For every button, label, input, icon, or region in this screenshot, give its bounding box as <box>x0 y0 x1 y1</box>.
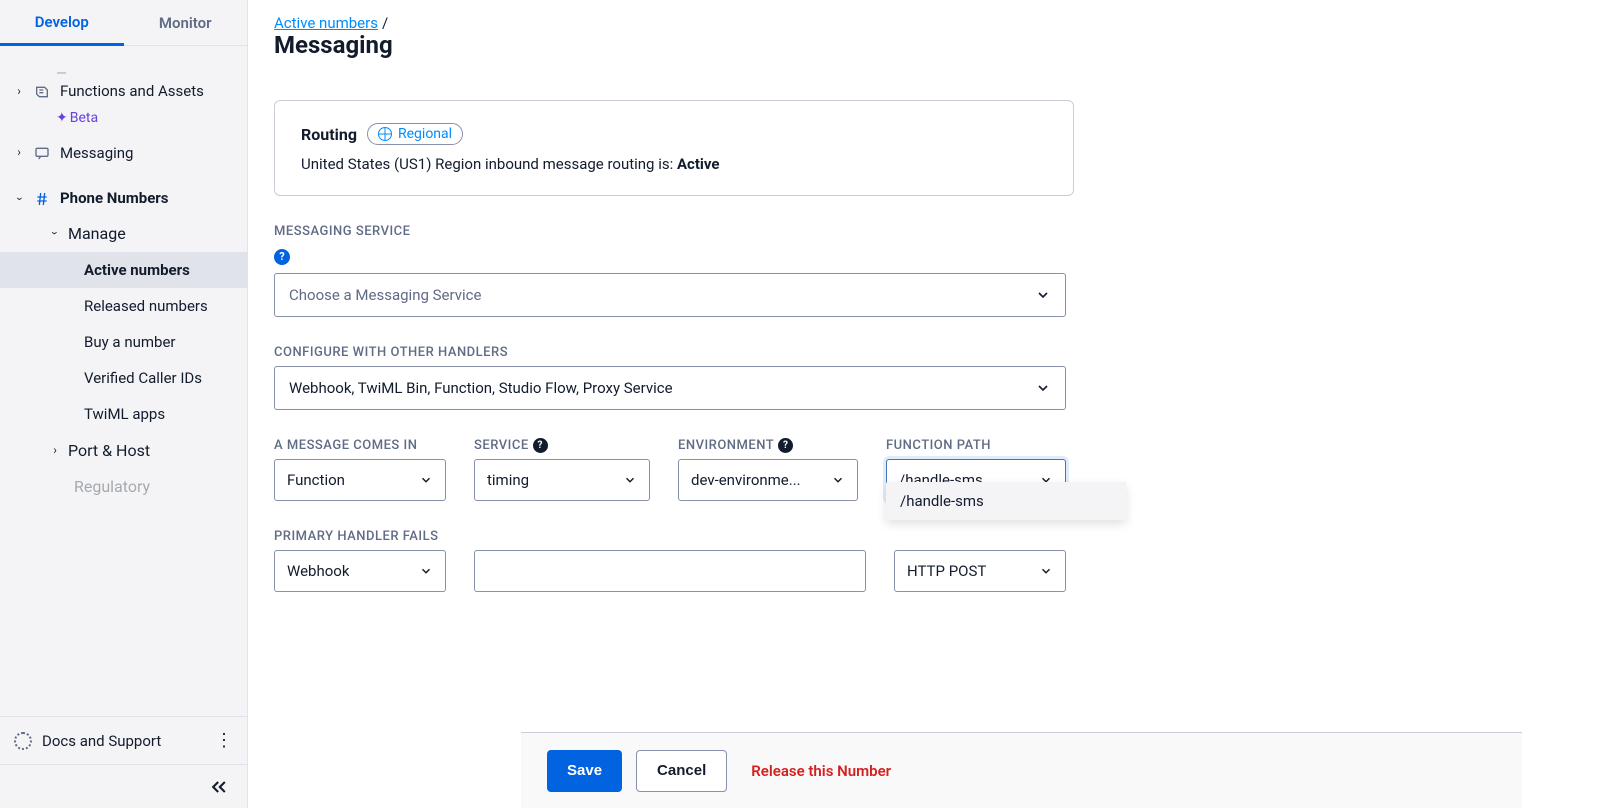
routing-title: Routing <box>301 125 357 144</box>
nav-item-phone-numbers[interactable]: › Phone Numbers <box>0 183 247 215</box>
label-primary-fails: PRIMARY HANDLER FAILS <box>274 529 1574 544</box>
breadcrumb: Active numbers/ <box>274 0 1574 34</box>
label-message-comes-in: A MESSAGE COMES IN <box>274 438 446 453</box>
nav-label: Port & Host <box>68 441 150 460</box>
chevron-down-icon <box>1035 380 1051 396</box>
more-icon[interactable]: ⋮ <box>215 730 233 751</box>
label-function-path: FUNCTION PATH <box>886 438 1066 453</box>
chevron-down-icon <box>831 473 845 487</box>
sidebar-tabs: Develop Monitor <box>0 0 247 46</box>
http-method-value: HTTP POST <box>907 562 986 580</box>
globe-icon <box>378 127 392 141</box>
nav-label: Manage <box>68 224 126 243</box>
chevron-down-icon: › <box>48 228 62 238</box>
main-content: Active numbers/ Messaging Routing Region… <box>248 0 1600 808</box>
chat-icon <box>32 145 52 161</box>
chevron-right-icon: › <box>14 145 24 161</box>
nav-item-port-host[interactable]: › Port & Host <box>0 432 247 469</box>
service-select[interactable]: timing <box>474 459 650 501</box>
breadcrumb-slash: / <box>378 14 388 32</box>
nav-item-functions-assets[interactable]: › Functions and Assets <box>0 76 247 108</box>
nav-item-truncated-top: — <box>0 66 247 76</box>
beta-badge: ✦Beta <box>0 108 247 138</box>
configure-handlers-select[interactable]: Webhook, TwiML Bin, Function, Studio Flo… <box>274 366 1066 410</box>
nav-item-verified-caller-ids[interactable]: Verified Caller IDs <box>0 360 247 396</box>
message-comes-in-value: Function <box>287 471 345 489</box>
help-icon[interactable]: ? <box>778 438 793 453</box>
routing-text: United States (US1) Region inbound messa… <box>301 155 1047 173</box>
regional-label: Regional <box>398 126 452 142</box>
http-method-select[interactable]: HTTP POST <box>894 550 1066 592</box>
nav-scroll[interactable]: — › Functions and Assets ✦Beta › Messagi… <box>0 46 247 716</box>
help-icon[interactable]: ? <box>533 438 548 453</box>
release-number-link[interactable]: Release this Number <box>751 762 891 780</box>
chevron-right-icon: › <box>50 443 60 457</box>
collapse-sidebar-button[interactable] <box>0 764 247 808</box>
nav-label: Functions and Assets <box>60 82 237 102</box>
label-configure-handlers: CONFIGURE WITH OTHER HANDLERS <box>274 345 1574 360</box>
label-environment: ENVIRONMENT? <box>678 438 858 453</box>
tab-develop[interactable]: Develop <box>0 0 124 46</box>
routing-card: Routing Regional United States (US1) Reg… <box>274 100 1074 196</box>
chevron-right-icon: › <box>14 84 24 100</box>
script-icon <box>32 84 52 100</box>
function-path-dropdown: /handle-sms <box>886 482 1126 520</box>
nav-item-manage[interactable]: › Manage <box>0 215 247 252</box>
chevron-down-icon: › <box>11 194 27 204</box>
chevron-down-icon <box>419 473 433 487</box>
nav-item-active-numbers[interactable]: Active numbers <box>0 252 247 288</box>
tab-monitor[interactable]: Monitor <box>124 0 248 45</box>
environment-value: dev-environme... <box>691 471 801 489</box>
hash-icon <box>32 191 52 207</box>
chevron-down-icon <box>1039 564 1053 578</box>
cancel-button[interactable]: Cancel <box>636 750 727 792</box>
sparkle-icon: ✦ <box>56 110 68 126</box>
breadcrumb-link-active-numbers[interactable]: Active numbers <box>274 14 378 32</box>
docs-support-row[interactable]: Docs and Support ⋮ <box>0 716 247 764</box>
environment-select[interactable]: dev-environme... <box>678 459 858 501</box>
messaging-service-select[interactable]: Choose a Messaging Service <box>274 273 1066 317</box>
message-comes-in-select[interactable]: Function <box>274 459 446 501</box>
configure-handlers-value: Webhook, TwiML Bin, Function, Studio Flo… <box>289 379 673 397</box>
primary-fails-select[interactable]: Webhook <box>274 550 446 592</box>
lifebuoy-icon <box>14 732 32 750</box>
regional-pill[interactable]: Regional <box>367 123 463 145</box>
label-service: SERVICE? <box>474 438 650 453</box>
primary-fails-value: Webhook <box>287 562 349 580</box>
routing-status: Active <box>677 155 720 173</box>
beta-label: Beta <box>70 110 98 126</box>
nav-label: Phone Numbers <box>60 189 237 209</box>
footer-bar: Save Cancel Release this Number <box>521 732 1522 808</box>
save-button[interactable]: Save <box>547 750 622 792</box>
service-value: timing <box>487 471 529 489</box>
chevron-down-icon <box>1035 287 1051 303</box>
chevron-down-icon <box>623 473 637 487</box>
nav-item-messaging[interactable]: › Messaging <box>0 138 247 170</box>
primary-fails-url-input[interactable] <box>474 550 866 592</box>
label-messaging-service: MESSAGING SERVICE <box>274 224 1574 239</box>
nav-item-buy-number[interactable]: Buy a number <box>0 324 247 360</box>
messaging-service-placeholder: Choose a Messaging Service <box>289 286 481 304</box>
chevron-double-left-icon <box>209 777 229 797</box>
nav-item-released-numbers[interactable]: Released numbers <box>0 288 247 324</box>
nav-item-twiml-apps[interactable]: TwiML apps <box>0 396 247 432</box>
chevron-down-icon <box>419 564 433 578</box>
sidebar: Develop Monitor — › Functions and Assets… <box>0 0 248 808</box>
nav-label: Messaging <box>60 144 237 164</box>
help-icon[interactable]: ? <box>274 249 290 265</box>
function-path-option[interactable]: /handle-sms <box>886 482 1126 520</box>
docs-support-label: Docs and Support <box>42 732 161 750</box>
nav-item-regulatory[interactable]: Regulatory <box>0 469 247 496</box>
page-heading: Messaging <box>274 31 1574 59</box>
